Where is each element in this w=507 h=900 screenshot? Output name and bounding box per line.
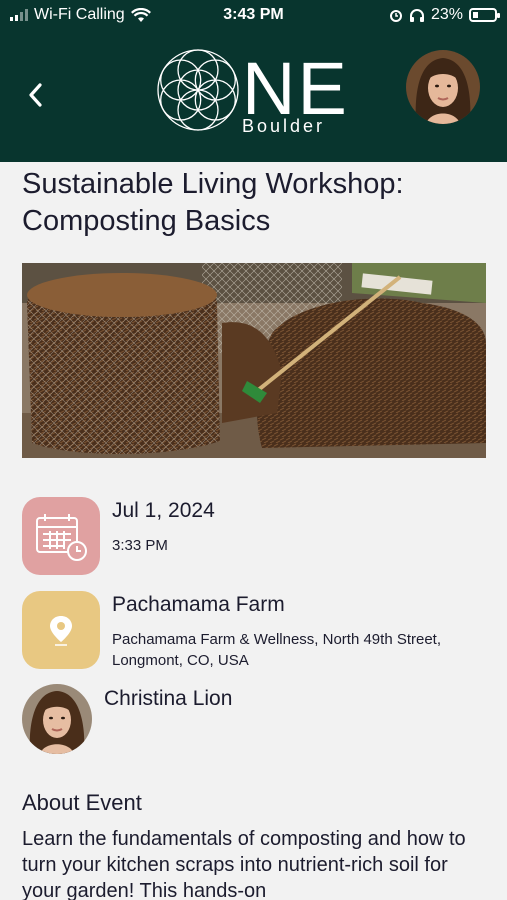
- profile-avatar-image: [406, 50, 480, 124]
- event-date: Jul 1, 2024: [112, 499, 215, 522]
- battery-icon: [469, 8, 500, 22]
- about-heading: About Event: [22, 790, 142, 815]
- alarm-icon: [389, 10, 402, 22]
- location-address[interactable]: Pachamama Farm & Wellness, North 49th St…: [112, 629, 472, 671]
- date-icon-tile: [22, 497, 100, 575]
- calendar-clock-icon: [36, 514, 87, 561]
- host-avatar[interactable]: [22, 684, 92, 754]
- host-avatar-image: [22, 684, 92, 754]
- about-description: Learn the fundamentals of composting and…: [22, 828, 466, 900]
- event-time: 3:33 PM: [112, 537, 168, 554]
- map-pin-icon: [50, 616, 72, 646]
- location-name: Pachamama Farm: [112, 593, 285, 616]
- profile-avatar[interactable]: [406, 50, 480, 124]
- status-bar: Wi-Fi Calling 3:43 PM 23%: [0, 0, 507, 30]
- one-boulder-logo: NE Boulder: [156, 46, 356, 138]
- compost-photo: [22, 263, 486, 458]
- event-title: Sustainable Living Workshop: Composting …: [22, 168, 404, 237]
- host-name[interactable]: Christina Lion: [104, 687, 232, 711]
- logo-subtitle: Boulder: [242, 116, 326, 136]
- flower-of-life-icon: [157, 49, 239, 131]
- location-icon-tile[interactable]: [22, 591, 100, 669]
- battery-percent: 23%: [430, 6, 463, 23]
- status-right: 23%: [389, 6, 500, 24]
- headphones-icon: [409, 9, 424, 22]
- chevron-left-icon: [29, 83, 42, 107]
- back-button[interactable]: [22, 78, 52, 112]
- event-image: [22, 263, 486, 458]
- app-header: Wi-Fi Calling 3:43 PM 23% NE Boulder: [0, 0, 507, 162]
